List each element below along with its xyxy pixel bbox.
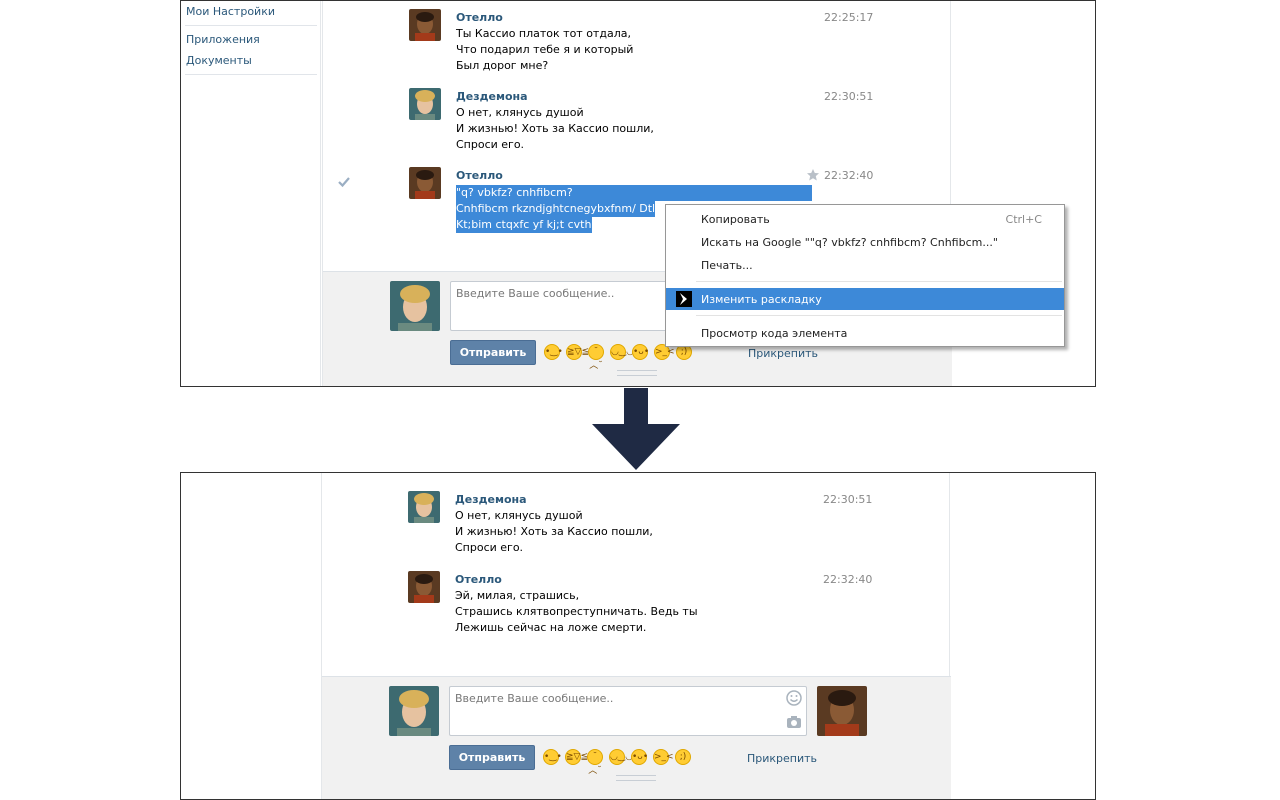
context-item-inspect[interactable]: Просмотр кода элемента (666, 322, 1064, 344)
sidebar: Мои Настройки Приложения Документы (181, 1, 321, 386)
context-item-label: Изменить раскладку (701, 293, 822, 306)
message-author[interactable]: Дездемона (456, 90, 528, 103)
context-item-search-google[interactable]: Искать на Google ""q? vbkfz? cnhfibcm? C… (666, 231, 1064, 253)
smiley-icon[interactable]: •ᴗ• (632, 344, 649, 360)
smiley-icon[interactable]: ≧▽≦ (566, 344, 589, 360)
avatar-othello[interactable] (409, 9, 441, 41)
smiley-icon[interactable]: ˘︿˘ (588, 344, 604, 371)
context-item-switch-layout[interactable]: Изменить раскладку (666, 288, 1064, 310)
message-text-selected: Cnhfibcm rkzndjghtcnegybxfnm/ Dtlm ns (456, 201, 683, 217)
menu-divider (696, 281, 1062, 282)
message-composer: Введите Ваше сообщение.. Отправить •‿• ≧… (322, 676, 951, 799)
smiley-icon[interactable] (786, 690, 802, 706)
resize-grip[interactable] (616, 775, 656, 781)
message-input[interactable]: Введите Ваше сообщение.. (449, 686, 807, 736)
smiley-icon[interactable]: ≧▽≦ (565, 749, 588, 765)
message-text: Что подарил тебе я и который (456, 43, 634, 56)
sidebar-divider (185, 25, 317, 26)
message-text: Спроси его. (455, 541, 524, 554)
screenshot-after: Дездемона 22:30:51 О нет, клянусь душой … (180, 472, 1096, 800)
attach-link[interactable]: Прикрепить (747, 752, 817, 765)
send-button[interactable]: Отправить (449, 745, 535, 770)
send-button[interactable]: Отправить (450, 340, 536, 365)
chat-window: Дездемона 22:30:51 О нет, клянусь душой … (321, 473, 951, 799)
down-arrow-icon (592, 388, 680, 470)
shortcut-label: Ctrl+C (1005, 213, 1042, 226)
smiley-icon[interactable]: •‿• (543, 749, 562, 765)
avatar-othello[interactable] (817, 686, 867, 736)
context-item-label: Искать на Google ""q? vbkfz? cnhfibcm? C… (701, 236, 998, 249)
message-text: И жизнью! Хоть за Кассио пошли, (456, 122, 654, 135)
message-time: 22:30:51 (823, 493, 873, 506)
smiley-icon[interactable]: •ᴗ• (631, 749, 648, 765)
check-icon[interactable] (337, 175, 351, 189)
message-time: 22:25:17 (824, 11, 874, 24)
context-item-label: Просмотр кода элемента (701, 327, 848, 340)
smiley-icon[interactable]: •‿• (544, 344, 563, 360)
avatar-othello[interactable] (408, 571, 440, 603)
context-item-copy[interactable]: Копировать Ctrl+C (666, 208, 1064, 230)
message-text: О нет, клянусь душой (455, 509, 583, 522)
sidebar-item-settings[interactable]: Мои Настройки (186, 5, 275, 18)
message-text: И жизнью! Хоть за Кассио пошли, (455, 525, 653, 538)
message-text: Эй, милая, страшись, (455, 589, 580, 602)
context-item-label: Копировать (701, 213, 770, 226)
message-text: Страшись клятвопреступничать. Ведь ты (455, 605, 698, 618)
message-text: Ты Кассио платок тот отдала, (456, 27, 631, 40)
message-text-selected: Kt;bim ctqxfc yf kj;t cvthnb/ (456, 217, 610, 233)
smiley-icon[interactable]: ◡‿◡ (609, 749, 633, 765)
star-icon[interactable] (806, 168, 820, 182)
message-text: Спроси его. (456, 138, 525, 151)
menu-divider (696, 315, 1062, 316)
sidebar-item-apps[interactable]: Приложения (186, 33, 260, 46)
message-time: 22:32:40 (824, 169, 874, 182)
message-author[interactable]: Отелло (456, 169, 503, 182)
context-item-label: Печать... (701, 259, 753, 272)
message-author[interactable]: Отелло (455, 573, 502, 586)
message-time: 22:30:51 (824, 90, 874, 103)
avatar-desdemona[interactable] (389, 686, 439, 736)
message-author[interactable]: Дездемона (455, 493, 527, 506)
message-input[interactable]: Введите Ваше сообщение.. (450, 281, 670, 331)
avatar-desdemona[interactable] (409, 88, 441, 120)
message-time: 22:32:40 (823, 573, 873, 586)
message-text: Лежишь сейчас на ложе смерти. (455, 621, 647, 634)
context-item-print[interactable]: Печать... (666, 254, 1064, 276)
message-text: Был дорог мне? (456, 59, 549, 72)
smiley-icon[interactable]: ◡‿◡ (610, 344, 634, 360)
layout-switch-icon (676, 291, 692, 307)
avatar-desdemona[interactable] (390, 281, 440, 331)
avatar-othello[interactable] (409, 167, 441, 199)
message-author[interactable]: Отелло (456, 11, 503, 24)
message-text-selected: "q? vbkfz? cnhfibcm? (456, 185, 812, 201)
avatar-desdemona[interactable] (408, 491, 440, 523)
sidebar-item-documents[interactable]: Документы (186, 54, 252, 67)
resize-grip[interactable] (617, 370, 657, 376)
camera-icon[interactable] (786, 714, 802, 730)
context-menu: Копировать Ctrl+C Искать на Google ""q? … (665, 204, 1065, 347)
attach-link[interactable]: Прикрепить (748, 347, 818, 360)
smiley-icon[interactable]: >_< (653, 749, 674, 765)
sidebar-divider (185, 74, 317, 75)
message-text: О нет, клянусь душой (456, 106, 584, 119)
smiley-icon[interactable]: ˘︿˘ (587, 749, 603, 776)
smiley-icon[interactable]: ;) (675, 749, 691, 765)
